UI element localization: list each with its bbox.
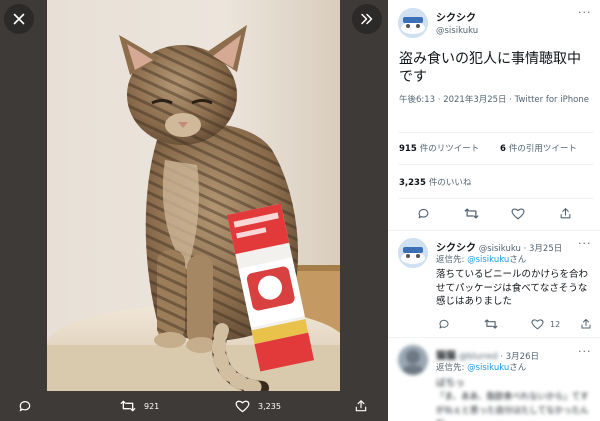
author-name-block: シクシク @sisikuku [436,9,478,36]
tweet-source[interactable]: Twitter for iPhone [515,95,589,105]
expand-icon [361,13,373,25]
reply-like-count: 12 [550,319,561,329]
viewer-retweet-button[interactable]: 921 [120,391,159,421]
reply-avatar-image [398,345,428,375]
heart-icon [235,400,250,413]
reply-share-button[interactable] [580,318,592,330]
close-icon [13,13,25,25]
share-icon [560,208,571,219]
likes-label: 件のいいね [428,178,472,188]
reply-header: シクシク @sisikuku · 3月25日 [436,239,562,254]
like-button[interactable] [511,207,525,220]
likes-stat[interactable]: 3,235 件のいいね [399,176,471,188]
retweets-stat[interactable]: 915 件のリツイート [399,142,479,154]
divider [398,198,594,199]
reply-to-mention[interactable]: @sisikuku [467,255,509,265]
reply-reply-button[interactable] [438,318,450,330]
divider [398,132,594,133]
more-icon: ··· [578,345,592,358]
reply-text: 落ちているビニールのかけらを合わせてパッケージは食べてなさそうな感じはありました [436,269,589,307]
retweets-label: 件のリツイート [419,144,480,154]
reply-retweet-button[interactable] [484,318,498,330]
quotes-value: 6 [500,144,506,154]
reply-avatar-image [398,238,428,268]
tweet-meta: 午後6:13 · 2021年3月25日 · Twitter for iPhone [399,94,594,107]
retweet-icon [484,319,498,329]
reply-icon [418,208,429,219]
reply-like-button[interactable]: 12 [531,318,560,330]
retweet-icon [120,400,136,412]
reply-to-line: 返信先: @sisikukuさん [436,253,526,265]
close-button[interactable] [4,4,34,34]
quotes-stat[interactable]: 6 件の引用ツイート [500,142,577,154]
author-avatar-image [398,8,428,38]
reply-to-prefix: 返信先: [436,255,465,265]
divider [398,164,594,165]
reply-more-button[interactable]: ··· [578,345,592,358]
share-icon [355,400,367,412]
reply-button[interactable] [417,207,430,220]
reply-text-continued: 「ま、ああ、脂肪食べれないから」てすがねぇと思った自分はたしてなかったんだ [436,392,589,421]
likes-value: 3,235 [399,178,426,188]
reply-avatar[interactable] [398,238,428,268]
expand-panel-button[interactable] [352,4,382,34]
viewer-like-button[interactable]: 3,235 [235,391,281,421]
reply-header: 猫猫 @blurred · 3月26日 [436,347,539,362]
reply-to-line: 返信先: @sisikukuさん [436,361,526,373]
quotes-label: 件の引用ツイート [508,144,577,154]
author-handle[interactable]: @sisikuku [436,26,478,36]
reply-more-button[interactable]: ··· [578,237,592,250]
reply-avatar[interactable] [398,345,428,375]
reply-to-prefix: 返信先: [436,363,465,373]
retweet-icon [464,208,479,219]
tweet-timestamp[interactable]: 午後6:13 · 2021年3月25日 [399,95,507,105]
retweets-value: 915 [399,144,417,154]
viewer-reply-button[interactable] [18,391,40,421]
cat-photo-image [47,0,340,391]
reply-to-mention[interactable]: @sisikuku [467,363,509,373]
meta-separator: · [506,95,515,105]
reply-icon [439,319,449,329]
heart-icon [531,319,544,330]
tweet-text: 盗み食いの犯人に事情聴取中です [399,51,581,85]
more-icon: ··· [578,6,592,19]
tweet-photo[interactable] [47,0,340,391]
divider [388,230,600,231]
reply-to-suffix: さん [509,255,527,265]
share-button[interactable] [559,207,572,220]
heart-icon [511,208,525,220]
author-display-name[interactable]: シクシク [436,9,478,24]
author-avatar[interactable] [398,8,428,38]
viewer-like-count: 3,235 [258,401,281,411]
reply-date[interactable]: 3月25日 [529,244,562,254]
retweet-button[interactable] [464,207,479,220]
tweet-detail-panel: シクシク @sisikuku ··· 盗み食いの犯人に事情聴取中です 午後6:1… [388,0,600,421]
media-viewer: 921 3,235 [0,0,388,421]
tweet-more-button[interactable]: ··· [578,6,592,19]
share-icon [581,319,591,329]
reply-to-suffix: さん [509,363,527,373]
viewer-retweet-count: 921 [144,401,160,411]
divider [388,337,600,338]
more-icon: ··· [578,237,592,250]
reply-icon [19,401,31,412]
reply-text: ばちっ [436,378,465,389]
viewer-action-bar: 921 3,235 [0,391,388,421]
viewer-share-button[interactable] [354,391,376,421]
